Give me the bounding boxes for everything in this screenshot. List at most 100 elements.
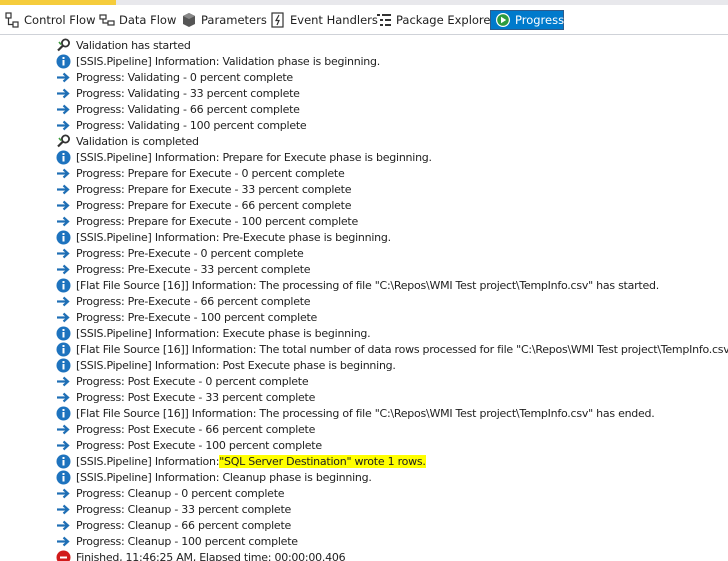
log-row[interactable]: [SSIS.Pipeline] Information: Cleanup pha…: [56, 469, 372, 485]
validation-icon: [56, 134, 71, 149]
log-row[interactable]: [SSIS.Pipeline] Information: Validation …: [56, 53, 380, 69]
package-explorer-icon: [376, 12, 392, 28]
log-row[interactable]: Progress: Validating - 66 percent comple…: [56, 101, 300, 117]
tab-data-flow[interactable]: Data Flow: [95, 10, 180, 30]
highlighted-text: "SQL Server Destination" wrote 1 rows.: [219, 454, 426, 468]
info-icon: [56, 470, 71, 485]
log-row-text: Finished, 11:46:25 AM, Elapsed time: 00:…: [76, 550, 346, 561]
log-row-text: [SSIS.Pipeline] Information: Execute pha…: [76, 326, 371, 340]
validation-icon: [56, 38, 71, 53]
info-icon: [56, 358, 71, 373]
arrow-icon: [56, 422, 71, 437]
tab-label: Control Flow: [24, 13, 96, 27]
progress-icon: [495, 12, 511, 28]
arrow-icon: [56, 70, 71, 85]
log-row-text: Validation has started: [76, 38, 191, 52]
arrow-icon: [56, 486, 71, 501]
log-row[interactable]: Progress: Cleanup - 66 percent complete: [56, 517, 291, 533]
log-row[interactable]: [Flat File Source [16]] Information: The…: [56, 341, 728, 357]
arrow-icon: [56, 310, 71, 325]
log-row[interactable]: Progress: Post Execute - 100 percent com…: [56, 437, 322, 453]
log-row[interactable]: Progress: Cleanup - 0 percent complete: [56, 485, 285, 501]
log-row[interactable]: Progress: Post Execute - 33 percent comp…: [56, 389, 315, 405]
log-row-text: Progress: Validating - 33 percent comple…: [76, 86, 300, 100]
log-row-text: Progress: Cleanup - 33 percent complete: [76, 502, 292, 516]
tab-label: Package Explorer: [396, 13, 496, 27]
info-icon: [56, 278, 71, 293]
log-row[interactable]: Progress: Prepare for Execute - 66 perce…: [56, 197, 351, 213]
log-row-text: Progress: Pre-Execute - 0 percent comple…: [76, 246, 304, 260]
log-row-text: [SSIS.Pipeline] Information: Validation …: [76, 54, 380, 68]
log-row-text: [SSIS.Pipeline] Information:: [76, 454, 220, 468]
info-icon: [56, 54, 71, 69]
log-row[interactable]: Progress: Validating - 100 percent compl…: [56, 117, 307, 133]
event-handlers-icon: [270, 12, 286, 28]
log-row-text: Progress: Validating - 66 percent comple…: [76, 102, 300, 116]
tab-event-handlers[interactable]: Event Handlers: [266, 10, 382, 30]
log-row[interactable]: [Flat File Source [16]] Information: The…: [56, 405, 655, 421]
arrow-icon: [56, 86, 71, 101]
log-row-text: Progress: Prepare for Execute - 33 perce…: [76, 182, 352, 196]
tab-label: Progress: [515, 13, 565, 27]
tab-progress[interactable]: Progress: [490, 10, 564, 30]
log-row-text: Progress: Cleanup - 100 percent complete: [76, 534, 298, 548]
info-icon: [56, 454, 71, 469]
log-row-text: Progress: Pre-Execute - 33 percent compl…: [76, 262, 311, 276]
tab-control-flow[interactable]: Control Flow: [0, 10, 99, 30]
info-icon: [56, 326, 71, 341]
stop-icon: [56, 550, 71, 561]
arrow-icon: [56, 390, 71, 405]
log-row[interactable]: Progress: Prepare for Execute - 100 perc…: [56, 213, 358, 229]
tab-label: Event Handlers: [290, 13, 378, 27]
log-row[interactable]: Progress: Prepare for Execute - 0 percen…: [56, 165, 345, 181]
log-row[interactable]: [Flat File Source [16]] Information: The…: [56, 277, 659, 293]
log-row[interactable]: Progress: Pre-Execute - 0 percent comple…: [56, 245, 304, 261]
log-row-text: [SSIS.Pipeline] Information: Post Execut…: [76, 358, 396, 372]
progress-log[interactable]: Validation has started [SSIS.Pipeline] In…: [0, 35, 728, 561]
log-row-text: Progress: Post Execute - 33 percent comp…: [76, 390, 316, 404]
log-row[interactable]: Validation has started: [56, 37, 191, 53]
log-row-text: [Flat File Source [16]] Information: The…: [76, 406, 655, 420]
arrow-icon: [56, 534, 71, 549]
arrow-icon: [56, 518, 71, 533]
log-row[interactable]: Progress: Validating - 0 percent complet…: [56, 69, 293, 85]
log-row[interactable]: Progress: Cleanup - 33 percent complete: [56, 501, 291, 517]
arrow-icon: [56, 102, 71, 117]
arrow-icon: [56, 502, 71, 517]
log-row-text: Progress: Pre-Execute - 100 percent comp…: [76, 310, 318, 324]
info-icon: [56, 230, 71, 245]
log-row[interactable]: Progress: Cleanup - 100 percent complete: [56, 533, 298, 549]
log-row-text: [Flat File Source [16]] Information: The…: [76, 342, 728, 356]
log-row[interactable]: Progress: Post Execute - 66 percent comp…: [56, 421, 315, 437]
arrow-icon: [56, 438, 71, 453]
log-row-text: Progress: Pre-Execute - 66 percent compl…: [76, 294, 311, 308]
arrow-icon: [56, 246, 71, 261]
log-row[interactable]: [SSIS.Pipeline] Information: Execute pha…: [56, 325, 371, 341]
log-row-text: [Flat File Source [16]] Information: The…: [76, 278, 659, 292]
arrow-icon: [56, 198, 71, 213]
arrow-icon: [56, 262, 71, 277]
control-flow-icon: [4, 12, 20, 28]
log-row-text: Progress: Post Execute - 66 percent comp…: [76, 422, 316, 436]
log-row[interactable]: [SSIS.Pipeline] Information: "SQL Server…: [56, 453, 426, 469]
log-row[interactable]: Progress: Pre-Execute - 66 percent compl…: [56, 293, 311, 309]
log-row[interactable]: Progress: Pre-Execute - 100 percent comp…: [56, 309, 317, 325]
log-row[interactable]: Finished, 11:46:25 AM, Elapsed time: 00:…: [56, 549, 346, 561]
tab-label: Parameters: [201, 13, 267, 27]
data-flow-icon: [99, 12, 115, 28]
log-row[interactable]: Validation is completed: [56, 133, 199, 149]
log-row-text: Progress: Validating - 100 percent compl…: [76, 118, 307, 132]
tab-package-explorer[interactable]: Package Explorer: [372, 10, 499, 30]
log-row[interactable]: Progress: Prepare for Execute - 33 perce…: [56, 181, 351, 197]
log-row[interactable]: [SSIS.Pipeline] Information: Pre-Execute…: [56, 229, 391, 245]
log-row[interactable]: [SSIS.Pipeline] Information: Post Execut…: [56, 357, 396, 373]
log-row[interactable]: [SSIS.Pipeline] Information: Prepare for…: [56, 149, 432, 165]
log-row-text: Progress: Prepare for Execute - 100 perc…: [76, 214, 358, 228]
arrow-icon: [56, 374, 71, 389]
log-row[interactable]: Progress: Validating - 33 percent comple…: [56, 85, 300, 101]
tab-parameters[interactable]: Parameters: [177, 10, 271, 30]
tab-label: Data Flow: [119, 13, 177, 27]
info-icon: [56, 150, 71, 165]
log-row[interactable]: Progress: Post Execute - 0 percent compl…: [56, 373, 309, 389]
log-row[interactable]: Progress: Pre-Execute - 33 percent compl…: [56, 261, 311, 277]
